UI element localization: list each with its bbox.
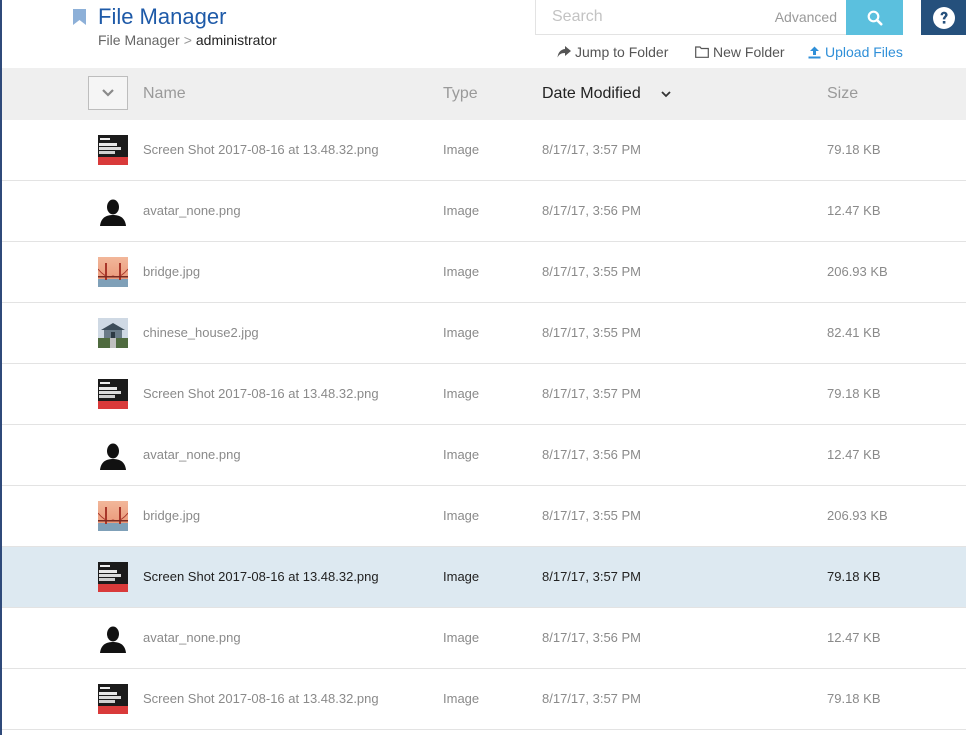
file-date-modified: 8/17/17, 3:55 PM xyxy=(542,325,642,340)
breadcrumb-current: administrator xyxy=(195,32,277,48)
breadcrumb: File Manager > administrator xyxy=(98,32,277,48)
jump-to-folder-label: Jump to Folder xyxy=(575,44,669,60)
file-date-modified: 8/17/17, 3:56 PM xyxy=(542,447,642,462)
file-date-modified: 8/17/17, 3:57 PM xyxy=(542,691,642,706)
chevron-down-icon xyxy=(102,89,114,97)
file-list: Screen Shot 2017-08-16 at 13.48.32.png Im… xyxy=(2,120,966,730)
column-header-size[interactable]: Size xyxy=(827,85,858,103)
file-size: 82.41 KB xyxy=(827,325,881,340)
table-row[interactable]: Screen Shot 2017-08-16 at 13.48.32.png Im… xyxy=(2,547,966,608)
file-type: Image xyxy=(443,447,480,462)
file-type: Image xyxy=(443,203,480,218)
file-type: Image xyxy=(443,325,480,340)
table-row[interactable]: avatar_none.png Image 8/17/17, 3:56 PM 12.4… xyxy=(2,608,966,669)
file-thumbnail xyxy=(98,257,128,287)
file-size: 206.93 KB xyxy=(827,264,888,279)
file-type: Image xyxy=(443,508,480,523)
upload-files-label: Upload Files xyxy=(825,44,903,60)
file-name[interactable]: bridge.jpg xyxy=(143,486,200,546)
file-thumbnail xyxy=(98,562,128,592)
column-header-type[interactable]: Type xyxy=(443,85,478,103)
file-thumbnail xyxy=(98,623,128,653)
breadcrumb-separator: > xyxy=(183,32,192,48)
new-folder-label: New Folder xyxy=(713,44,785,60)
folder-icon xyxy=(695,46,709,58)
help-button[interactable] xyxy=(921,0,966,35)
file-name[interactable]: avatar_none.png xyxy=(143,181,241,241)
file-type: Image xyxy=(443,264,480,279)
file-name[interactable]: avatar_none.png xyxy=(143,425,241,485)
file-date-modified: 8/17/17, 3:55 PM xyxy=(542,508,642,523)
select-all-toggle[interactable] xyxy=(88,76,128,110)
jump-to-folder-button[interactable]: Jump to Folder xyxy=(557,44,668,60)
file-thumbnail xyxy=(98,684,128,714)
table-row[interactable]: avatar_none.png Image 8/17/17, 3:56 PM 12.4… xyxy=(2,425,966,486)
file-size: 79.18 KB xyxy=(827,691,881,706)
new-folder-button[interactable]: New Folder xyxy=(695,44,785,60)
file-type: Image xyxy=(443,569,480,584)
file-name[interactable]: Screen Shot 2017-08-16 at 13.48.32.png xyxy=(143,364,379,424)
upload-icon xyxy=(808,46,821,58)
file-thumbnail xyxy=(98,501,128,531)
file-size: 12.47 KB xyxy=(827,630,881,645)
file-date-modified: 8/17/17, 3:56 PM xyxy=(542,630,642,645)
help-icon xyxy=(932,6,955,29)
file-date-modified: 8/17/17, 3:56 PM xyxy=(542,203,642,218)
header: File Manager File Manager > administrator … xyxy=(0,0,966,68)
table-row[interactable]: chinese_house2.jpg Image 8/17/17, 3:55 PM 8… xyxy=(2,303,966,364)
table-row[interactable]: Screen Shot 2017-08-16 at 13.48.32.png Im… xyxy=(2,120,966,181)
file-type: Image xyxy=(443,630,480,645)
share-arrow-icon xyxy=(557,46,571,58)
file-date-modified: 8/17/17, 3:57 PM xyxy=(542,386,642,401)
file-type: Image xyxy=(443,691,480,706)
file-type: Image xyxy=(443,386,480,401)
table-row[interactable]: bridge.jpg Image 8/17/17, 3:55 PM 206.93 KB xyxy=(2,242,966,303)
file-size: 79.18 KB xyxy=(827,142,881,157)
file-date-modified: 8/17/17, 3:57 PM xyxy=(542,569,642,584)
search-box: Advanced xyxy=(535,0,847,35)
page-title: File Manager xyxy=(98,4,227,29)
table-row[interactable]: Screen Shot 2017-08-16 at 13.48.32.png Im… xyxy=(2,669,966,730)
file-thumbnail xyxy=(98,440,128,470)
file-thumbnail xyxy=(98,135,128,165)
file-thumbnail xyxy=(98,379,128,409)
file-size: 12.47 KB xyxy=(827,447,881,462)
file-name[interactable]: bridge.jpg xyxy=(143,242,200,302)
file-name[interactable]: chinese_house2.jpg xyxy=(143,303,259,363)
column-header-date-modified-label: Date Modified xyxy=(542,85,641,102)
file-date-modified: 8/17/17, 3:57 PM xyxy=(542,142,642,157)
file-size: 79.18 KB xyxy=(827,569,881,584)
breadcrumb-root[interactable]: File Manager xyxy=(98,32,180,48)
table-row[interactable]: avatar_none.png Image 8/17/17, 3:56 PM 12.4… xyxy=(2,181,966,242)
search-icon xyxy=(867,10,882,25)
column-header-date-modified[interactable]: Date Modified xyxy=(542,85,671,103)
file-size: 206.93 KB xyxy=(827,508,888,523)
advanced-search-link[interactable]: Advanced xyxy=(775,9,837,25)
sort-chevron-down-icon xyxy=(661,91,671,98)
table-row[interactable]: bridge.jpg Image 8/17/17, 3:55 PM 206.93 KB xyxy=(2,486,966,547)
table-row[interactable]: Screen Shot 2017-08-16 at 13.48.32.png Im… xyxy=(2,364,966,425)
upload-files-button[interactable]: Upload Files xyxy=(808,44,903,60)
file-size: 12.47 KB xyxy=(827,203,881,218)
search-input[interactable] xyxy=(536,0,756,34)
file-name[interactable]: Screen Shot 2017-08-16 at 13.48.32.png xyxy=(143,120,379,180)
file-date-modified: 8/17/17, 3:55 PM xyxy=(542,264,642,279)
file-name[interactable]: avatar_none.png xyxy=(143,608,241,668)
search-button[interactable] xyxy=(846,0,903,35)
file-size: 79.18 KB xyxy=(827,386,881,401)
file-name[interactable]: Screen Shot 2017-08-16 at 13.48.32.png xyxy=(143,547,379,607)
bookmark-icon[interactable] xyxy=(73,9,86,25)
file-type: Image xyxy=(443,142,480,157)
file-name[interactable]: Screen Shot 2017-08-16 at 13.48.32.png xyxy=(143,669,379,729)
file-thumbnail xyxy=(98,318,128,348)
file-thumbnail xyxy=(98,196,128,226)
column-header-name[interactable]: Name xyxy=(143,85,186,103)
